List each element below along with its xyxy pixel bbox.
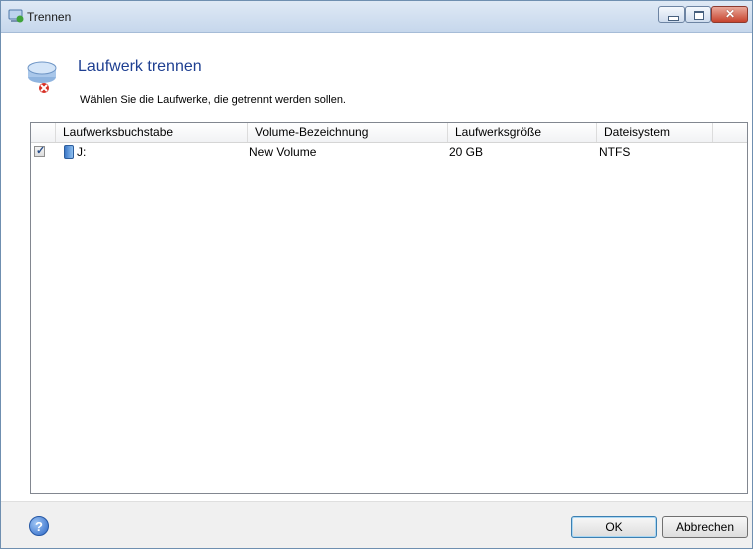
row-checkbox[interactable]: ✓ bbox=[34, 145, 46, 157]
column-header-letter[interactable]: Laufwerksbuchstabe bbox=[56, 123, 248, 142]
drive-size: 20 GB bbox=[449, 145, 484, 159]
drive-disconnect-icon bbox=[27, 61, 57, 93]
app-icon bbox=[8, 9, 24, 23]
cancel-button[interactable]: Abbrechen bbox=[662, 516, 748, 538]
instruction-text: Wählen Sie die Laufwerke, die getrennt w… bbox=[80, 94, 346, 106]
column-header-size[interactable]: Laufwerksgröße bbox=[448, 123, 597, 142]
list-header: Laufwerksbuchstabe Volume-Bezeichnung La… bbox=[31, 123, 747, 143]
dialog-footer: ? OK Abbrechen bbox=[1, 501, 752, 548]
dialog-window: Trennen ✕ Laufwerk trennen Wählen Sie di… bbox=[0, 0, 753, 549]
check-mark-icon: ✓ bbox=[36, 145, 46, 157]
volume-label: New Volume bbox=[249, 145, 317, 159]
maximize-icon bbox=[694, 11, 704, 20]
dialog-header: Laufwerk trennen Wählen Sie die Laufwerk… bbox=[1, 33, 752, 115]
column-header-label[interactable]: Volume-Bezeichnung bbox=[248, 123, 448, 142]
ok-button[interactable]: OK bbox=[571, 516, 657, 538]
maximize-button[interactable] bbox=[685, 6, 711, 23]
page-title: Laufwerk trennen bbox=[78, 58, 202, 75]
drive-letter: J: bbox=[77, 145, 87, 159]
minimize-icon bbox=[668, 16, 679, 21]
table-row[interactable]: ✓ J: New Volume 20 GB NTFS bbox=[31, 143, 747, 162]
file-system: NTFS bbox=[599, 145, 631, 159]
close-icon: ✕ bbox=[725, 7, 736, 21]
window-title: Trennen bbox=[27, 10, 72, 24]
column-header-check bbox=[31, 123, 56, 142]
column-header-filesystem[interactable]: Dateisystem bbox=[597, 123, 713, 142]
drive-list[interactable]: Laufwerksbuchstabe Volume-Bezeichnung La… bbox=[30, 122, 748, 494]
help-icon[interactable]: ? bbox=[29, 516, 49, 536]
close-button[interactable]: ✕ bbox=[711, 6, 748, 23]
title-bar[interactable]: Trennen ✕ bbox=[1, 1, 752, 33]
minimize-button[interactable] bbox=[658, 6, 685, 23]
volume-icon bbox=[64, 145, 74, 159]
